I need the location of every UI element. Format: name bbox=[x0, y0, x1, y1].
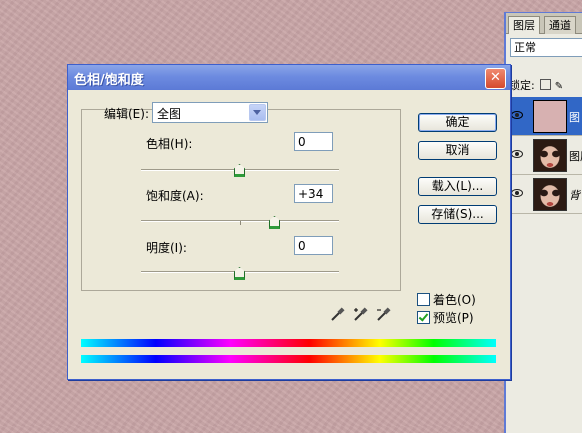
output-color-bar bbox=[81, 355, 496, 363]
input-color-bar bbox=[81, 339, 496, 347]
lock-row: 锁定: ✎ bbox=[509, 77, 563, 93]
colorize-checkbox[interactable] bbox=[417, 293, 430, 306]
edit-range-value: 全图 bbox=[157, 107, 182, 121]
saturation-field[interactable]: +34 bbox=[294, 184, 333, 203]
layer-row[interactable]: 图层 bbox=[506, 136, 582, 175]
layer-thumbnail bbox=[533, 139, 567, 172]
ok-button[interactable]: 确定 bbox=[418, 113, 497, 132]
colorize-label: 着色(O) bbox=[433, 293, 476, 307]
hue-saturation-dialog: 色相/饱和度 ✕ 编辑(E): 全图 色相(H): 0 饱和度(A): +34 … bbox=[67, 64, 511, 380]
close-icon[interactable]: ✕ bbox=[485, 68, 506, 89]
layer-thumbnail bbox=[533, 178, 567, 211]
edit-label: 编辑(E): bbox=[104, 107, 149, 121]
layers-tabstrip: 图层 通道 bbox=[506, 13, 582, 34]
hue-label: 色相(H): bbox=[146, 137, 193, 151]
layers-panel: 图层 通道 正常 锁定: ✎ 图 图层 背 bbox=[504, 12, 582, 433]
blend-mode-select[interactable]: 正常 bbox=[510, 38, 582, 57]
eyedropper-plus-icon[interactable] bbox=[353, 306, 369, 322]
layer-name: 图 bbox=[569, 111, 580, 124]
saturation-center-tick bbox=[240, 221, 241, 225]
layer-row[interactable]: 背 bbox=[506, 175, 582, 214]
preview-checkbox[interactable] bbox=[417, 311, 430, 324]
layer-name: 背 bbox=[569, 189, 580, 202]
tab-layers[interactable]: 图层 bbox=[508, 16, 540, 34]
layer-thumbnail bbox=[533, 100, 567, 133]
lightness-field[interactable]: 0 bbox=[294, 236, 333, 255]
load-button[interactable]: 载入(L)... bbox=[418, 177, 497, 196]
lock-brush-icon[interactable]: ✎ bbox=[555, 81, 563, 92]
dialog-titlebar[interactable]: 色相/饱和度 ✕ bbox=[68, 65, 510, 90]
lightness-label: 明度(I): bbox=[146, 241, 187, 255]
eye-icon[interactable] bbox=[511, 150, 523, 158]
eye-icon[interactable] bbox=[511, 189, 523, 197]
tab-channels[interactable]: 通道 bbox=[544, 16, 576, 34]
save-button[interactable]: 存储(S)... bbox=[418, 205, 497, 224]
chevron-down-icon[interactable] bbox=[249, 104, 266, 121]
dialog-title: 色相/饱和度 bbox=[74, 73, 144, 88]
eyedropper-minus-icon[interactable] bbox=[376, 306, 392, 322]
cancel-button[interactable]: 取消 bbox=[418, 141, 497, 160]
eyedropper-icon[interactable] bbox=[330, 306, 346, 322]
lock-label: 锁定: bbox=[509, 79, 535, 92]
layer-row[interactable]: 图 bbox=[506, 97, 582, 136]
hue-field[interactable]: 0 bbox=[294, 132, 333, 151]
layer-name: 图层 bbox=[569, 150, 582, 163]
eye-icon[interactable] bbox=[511, 111, 523, 119]
adjustment-group bbox=[81, 109, 401, 291]
edit-range-select[interactable]: 全图 bbox=[152, 102, 268, 123]
saturation-label: 饱和度(A): bbox=[146, 189, 204, 203]
lock-transparency-icon[interactable] bbox=[540, 79, 552, 90]
preview-label: 预览(P) bbox=[433, 311, 474, 325]
